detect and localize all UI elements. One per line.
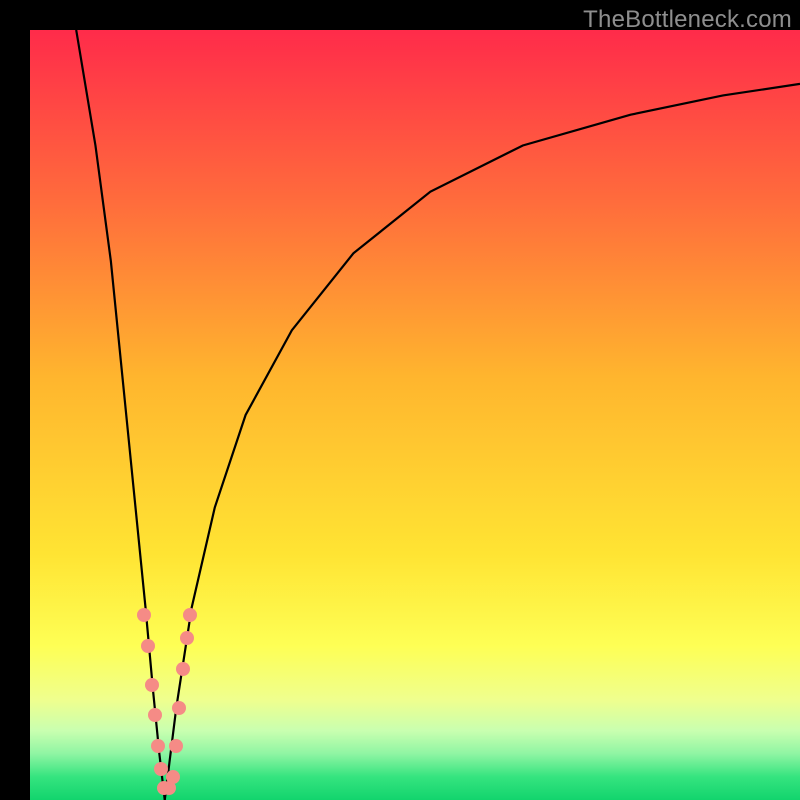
data-marker — [148, 708, 162, 722]
data-marker — [183, 608, 197, 622]
data-marker — [180, 631, 194, 645]
data-marker — [169, 739, 183, 753]
data-marker — [145, 678, 159, 692]
outer-frame: TheBottleneck.com — [0, 0, 800, 800]
watermark-text: TheBottleneck.com — [583, 6, 792, 34]
data-marker — [137, 608, 151, 622]
data-marker — [151, 739, 165, 753]
data-marker — [176, 662, 190, 676]
data-marker — [141, 639, 155, 653]
data-marker — [166, 770, 180, 784]
marker-layer — [30, 30, 800, 800]
plot-area — [30, 30, 800, 800]
data-marker — [172, 701, 186, 715]
